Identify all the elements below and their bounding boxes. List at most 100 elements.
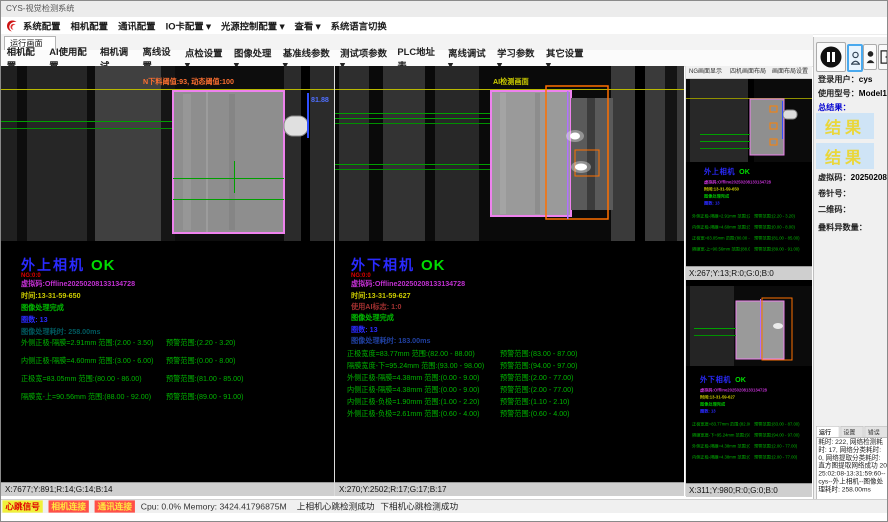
result-text-small-bottom: 外下相机 OK 虚拟码:Offline20250208133134728 时间:… bbox=[686, 366, 812, 483]
login-user-row: 登录用户：cys bbox=[818, 75, 872, 84]
measurement-row: 外侧正极-隔膜=2.91mm 范围:(2.00 - 3.50) 预警范围:(2.… bbox=[21, 339, 331, 351]
camera-title: 外下相机 bbox=[700, 376, 731, 384]
threshold-overlay-label: N下料阈值:93, 动态阈值:100 bbox=[143, 78, 234, 86]
camera-title: 外上相机 bbox=[21, 257, 85, 273]
camera-image-small-top[interactable] bbox=[686, 79, 812, 162]
view-divider bbox=[334, 66, 335, 496]
pin-number-row: 卷针号： bbox=[818, 189, 851, 198]
pause-button[interactable] bbox=[816, 42, 846, 72]
turns-line: 圈数: 13 bbox=[704, 201, 720, 206]
status-bar: 心跳信号 相机连接 通讯连接 Cpu: 0.0% Memory: 3424.41… bbox=[1, 499, 887, 513]
menu-item-language-switch[interactable]: 系统语言切换 bbox=[331, 19, 387, 33]
qr-code-row: 二维码： bbox=[818, 205, 851, 214]
camera-title: 外上相机 bbox=[704, 168, 735, 176]
result-text-left: 外上相机OK NG:0:0 虚拟码:Offline202502081331347… bbox=[1, 241, 334, 482]
camera-title-row: 外上相机 OK bbox=[704, 168, 750, 176]
time-line: 时间:13-31-59-650 bbox=[21, 292, 81, 300]
ng-display-option[interactable]: NG画面显示 bbox=[689, 68, 722, 75]
elapsed-line: 图像处理耗时: 258.00ms bbox=[21, 328, 100, 336]
process-done-line: 图像处理完成 bbox=[351, 314, 394, 322]
user-manage-button[interactable] bbox=[863, 44, 877, 70]
menu-item-system-config[interactable]: 系统配置 bbox=[23, 19, 60, 33]
pin-number-label: 卷针号： bbox=[818, 188, 851, 198]
virtual-code-row: 虚拟码：20250208 bbox=[818, 173, 887, 182]
pixel-coords-text: X:7677;Y:891;R:14;G:14;B:14 bbox=[5, 485, 113, 494]
measurement-row: 隔膜宽-上=90.56mm 范围:(88.00 - 92.00) 预警范围:(8… bbox=[21, 393, 331, 405]
elapsed-line: 图像处理耗时: 183.00ms bbox=[351, 337, 430, 345]
measure-value-label: 81.88 bbox=[311, 96, 329, 104]
time-line: 时间:13-31-59-650 bbox=[704, 187, 739, 192]
menu-item-comm-config[interactable]: 通讯配置 bbox=[118, 19, 155, 33]
camera-title: 外下相机 bbox=[351, 257, 415, 273]
virtual-code-label: 虚拟码： bbox=[818, 172, 851, 182]
electrode-region bbox=[491, 91, 571, 216]
layout-option-2[interactable]: 画面布局设置 bbox=[772, 68, 808, 75]
process-done-line: 图像处理完成 bbox=[700, 402, 725, 407]
status-ok-label: OK bbox=[739, 168, 750, 176]
virtual-code-line: 虚拟码:Offline20250208133134728 bbox=[21, 280, 135, 288]
pixel-coords-text: X:267;Y:13;R:0;G:0;B:0 bbox=[689, 269, 774, 278]
electrode-region bbox=[750, 99, 784, 155]
virtual-code-value: 20250208 bbox=[851, 172, 887, 182]
process-done-line: 图像处理完成 bbox=[704, 194, 729, 199]
pixel-coords-text: X:311;Y:980;R:0;G:0;B:0 bbox=[689, 486, 778, 495]
camera-view-left: N下料阈值:93, 动态阈值:100 81.88 外上相机OK NG:0:0 虚… bbox=[1, 66, 334, 482]
menu-item-camera-config[interactable]: 相机配置 bbox=[71, 19, 108, 33]
toolbar: 相机配置 AI使用配置 相机调试 离线设置 点检设置 ▾ 图像处理 ▾ 基准线参… bbox=[1, 50, 813, 67]
status-ok-label: OK bbox=[735, 376, 746, 384]
ng-counter-label: NG:0:0 bbox=[351, 272, 371, 279]
ai-flag-line: 使用AI标志: 1:0 bbox=[351, 303, 401, 311]
log-output-box[interactable]: 耗时: 222, 网络检测耗时: 17, 网络分类耗时: 0, 网络提取分类耗时… bbox=[816, 437, 888, 501]
camera-image-center[interactable] bbox=[335, 66, 684, 241]
camera-title-row: 外下相机 OK bbox=[700, 376, 746, 384]
pixel-coords-text: X:270;Y:2502;R:17;G:17;B:17 bbox=[339, 485, 447, 494]
user-login-button[interactable] bbox=[847, 44, 863, 72]
pixel-coords-bar-small-bottom: X:311;Y:980;R:0;G:0;B:0 bbox=[686, 483, 812, 497]
electrode-region bbox=[173, 91, 284, 233]
user-icon bbox=[851, 51, 860, 65]
time-line: 时间:13-31-59-627 bbox=[700, 395, 735, 400]
app-window: CYS-视觉检测系统 系统配置 相机配置 通讯配置 IO卡配置 ▾ 光源控制配置… bbox=[0, 0, 888, 522]
ai-overlay-label: AI检测画面 bbox=[493, 78, 529, 86]
measurement-row: 正极宽=83.05mm 范围:(80.00 - 86.00) 预警范围:(81.… bbox=[21, 375, 331, 387]
result-text: 结果 bbox=[825, 114, 865, 138]
app-logo-icon bbox=[5, 19, 19, 33]
measurement-row: 隔膜宽度-下=95.24mm 范围:(93.00 - 98.00) 预警范围:(… bbox=[347, 362, 677, 373]
measurement-row: 正极宽度=83.77mm 范围:(82.00 - 88.00) 预警范围:(83… bbox=[347, 350, 677, 361]
baseline-yellow-line bbox=[1, 89, 334, 90]
edge-purple-line bbox=[760, 299, 761, 359]
measure-blue-line bbox=[782, 101, 783, 139]
tab-lug-blob bbox=[783, 110, 797, 119]
small-views-header: NG画面显示 四机画面布局 画面布局设置 bbox=[686, 66, 812, 79]
turns-line: 圈数: 13 bbox=[700, 409, 716, 414]
result-box-top: 结果 bbox=[816, 113, 874, 139]
edge-purple-line bbox=[567, 91, 569, 219]
layout-option-1[interactable]: 四机画面布局 bbox=[730, 68, 766, 75]
menu-item-io-config[interactable]: IO卡配置 ▾ bbox=[166, 19, 211, 33]
view-divider bbox=[685, 66, 686, 496]
camera-image-left[interactable] bbox=[1, 66, 334, 241]
heartbeat-badge: 心跳信号 bbox=[2, 500, 42, 512]
process-done-line: 图像处理完成 bbox=[21, 304, 64, 312]
model-label: 使用型号： bbox=[818, 88, 859, 98]
pixel-coords-bar-left: X:7677;Y:891;R:14;G:14;B:14 bbox=[1, 482, 334, 496]
result-text-center: 外下相机OK NG:0:0 虚拟码:Offline202502081331347… bbox=[335, 241, 684, 482]
pixel-coords-bar-center: X:270;Y:2502;R:17;G:17;B:17 bbox=[335, 482, 684, 496]
window-titlebar: CYS-视觉检测系统 bbox=[1, 1, 887, 18]
menu-item-light-config[interactable]: 光源控制配置 ▾ bbox=[221, 19, 284, 33]
camera-image-small-bottom[interactable] bbox=[686, 286, 812, 366]
baseline-yellow-line bbox=[335, 89, 684, 90]
time-line: 时间:13-31-59-627 bbox=[351, 292, 411, 300]
abnormal-count-row: 叠料异数量： bbox=[818, 223, 867, 232]
pixel-coords-bar-small-top: X:267;Y:13;R:0;G:0;B:0 bbox=[686, 266, 812, 280]
measurement-row: 外侧正极-负极=2.61mm 范围:(0.60 - 4.00) 预警范围:(0.… bbox=[347, 410, 677, 421]
model-value: Model1 bbox=[859, 88, 887, 98]
virtual-code-line: 虚拟码:Offline20250208133134728 bbox=[700, 388, 767, 393]
menu-item-view[interactable]: 查看 ▾ bbox=[294, 19, 320, 33]
login-user-label: 登录用户： bbox=[818, 74, 859, 84]
pause-icon bbox=[819, 45, 843, 69]
exit-button[interactable] bbox=[878, 44, 888, 70]
right-panel: 登录用户：cys 使用型号：Model1 总结果： 结果 结果 虚拟码：2025… bbox=[813, 37, 888, 499]
exit-door-icon bbox=[880, 50, 888, 64]
weld-sparks bbox=[773, 323, 783, 329]
